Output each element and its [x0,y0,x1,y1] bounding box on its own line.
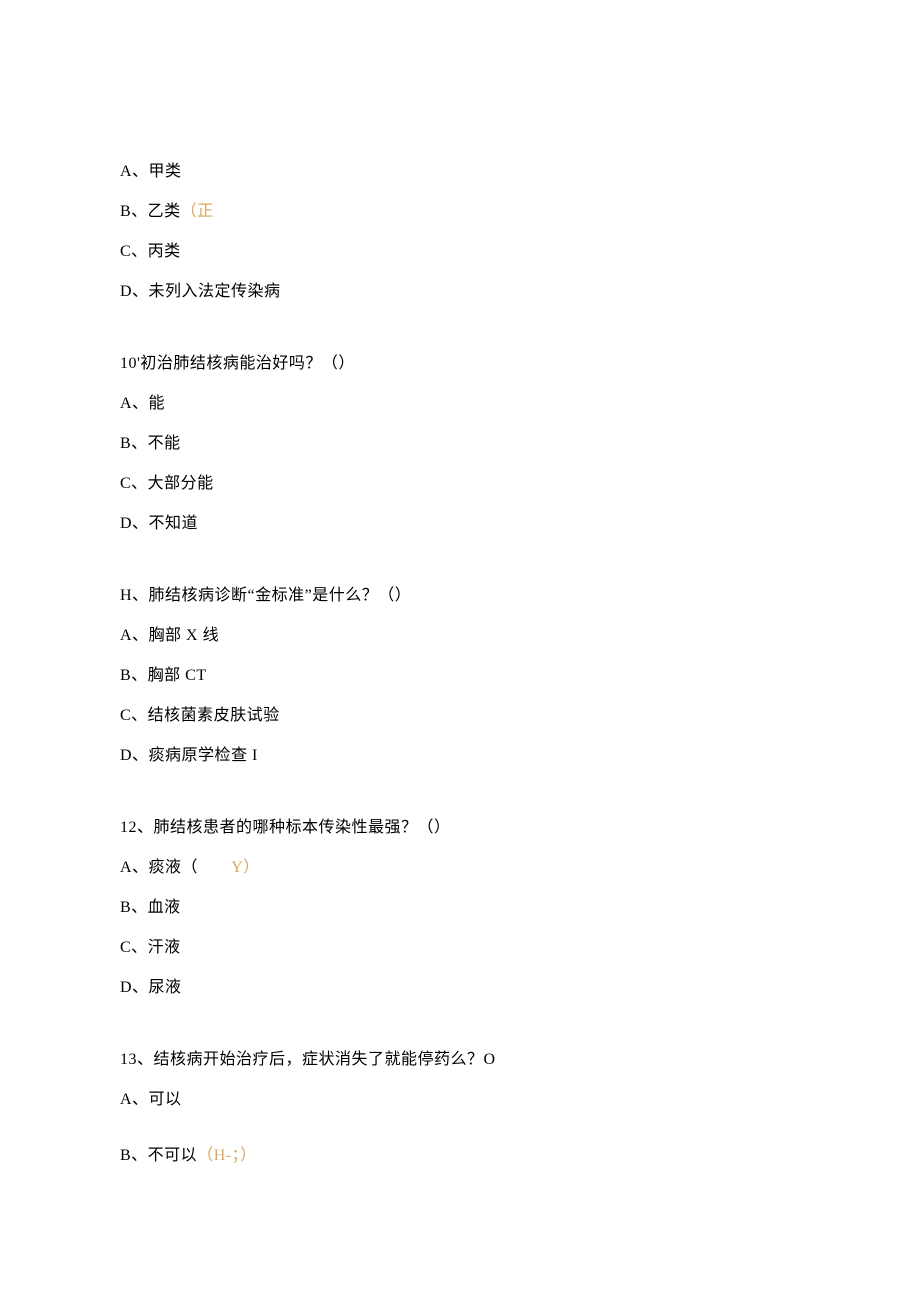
option-c: C、丙类 [120,240,800,264]
answer-annotation: （H-；） [197,1147,256,1164]
option-d: D、未列入法定传染病 [120,280,800,304]
option-b: B、乙类（正 [120,200,800,224]
option-a-text: A、痰液（ [120,859,198,876]
answer-annotation: （正 [181,203,214,220]
option-b: B、不可以（H-；） [120,1144,800,1168]
option-a: A、胸部 X 线 [120,624,800,648]
option-b: B、血液 [120,896,800,920]
option-c: C、结核菌素皮肤试验 [120,704,800,728]
question-stem: 13、结核病开始治疗后，症状消失了就能停药么？O [120,1048,800,1072]
document-page: A、甲类 B、乙类（正 C、丙类 D、未列入法定传染病 10'初治肺结核病能治好… [0,0,920,1284]
option-d: D、尿液 [120,976,800,1000]
option-a: A、甲类 [120,160,800,184]
answer-annotation: Y） [198,859,260,876]
option-a: A、痰液（ Y） [120,856,800,880]
question-stem: 10'初治肺结核病能治好吗？（） [120,352,800,376]
option-b-text: B、不可以 [120,1147,197,1164]
option-b-text: B、乙类 [120,203,181,220]
option-c: C、汗液 [120,936,800,960]
option-a: A、能 [120,392,800,416]
option-d: D、痰病原学检查 I [120,744,800,768]
option-a: A、可以 [120,1088,800,1112]
option-b: B、不能 [120,432,800,456]
option-d: D、不知道 [120,512,800,536]
option-c: C、大部分能 [120,472,800,496]
option-b: B、胸部 CT [120,664,800,688]
question-stem: 12、肺结核患者的哪种标本传染性最强？（） [120,816,800,840]
question-stem: H、肺结核病诊断“金标准”是什么？（） [120,584,800,608]
